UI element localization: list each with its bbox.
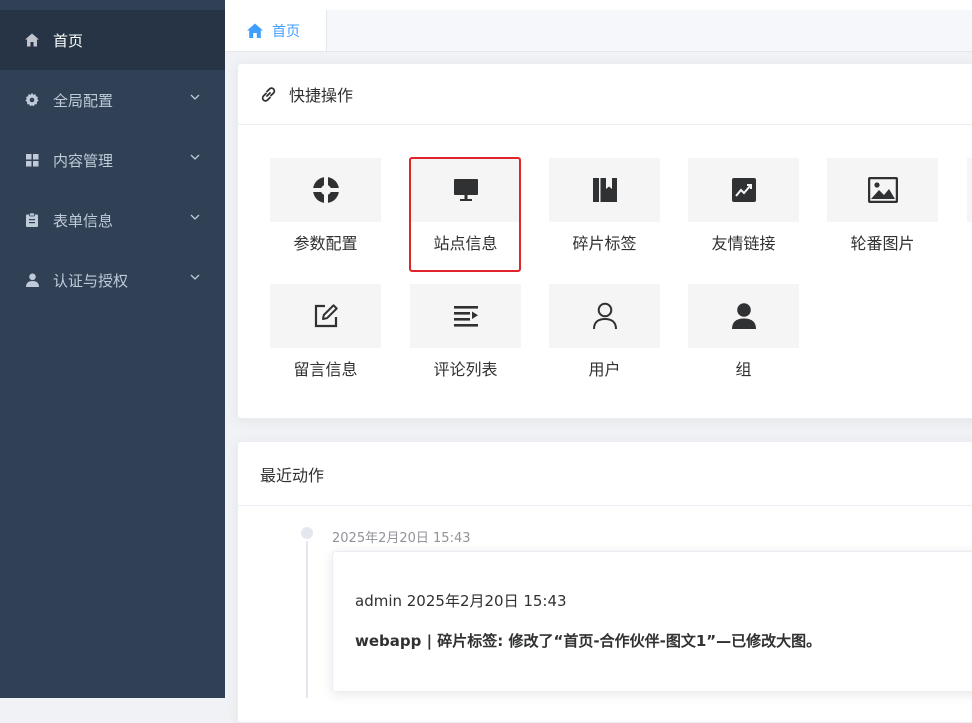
user-icon <box>24 272 40 288</box>
edit-icon <box>314 304 338 328</box>
quick-item-fragment-tags[interactable]: 碎片标签 <box>549 158 660 256</box>
quick-item-comments[interactable]: 评论列表 <box>410 284 521 382</box>
monitor-icon <box>453 179 478 201</box>
list-icon <box>453 306 478 327</box>
lifebuoy-icon <box>312 177 339 203</box>
timeline-entry-description: webapp | 碎片标签: 修改了“首页-合作伙伴-图文1”—已修改大图。 <box>355 632 822 650</box>
sidebar-item-auth[interactable]: 认证与授权 <box>0 250 225 310</box>
timeline-entry-card: admin 2025年2月20日 15:43 webapp | 碎片标签: 修改… <box>332 551 972 692</box>
user-outline-icon <box>592 302 617 330</box>
link-icon <box>259 85 278 104</box>
timeline-dot <box>301 527 313 539</box>
chevron-down-icon <box>190 94 200 100</box>
quick-item-groups[interactable]: 组 <box>688 284 799 382</box>
clipboard-icon <box>24 212 40 228</box>
timeline-entry-meta: admin 2025年2月20日 15:43 <box>355 592 567 610</box>
sidebar-item-label: 首页 <box>53 31 84 50</box>
sidebar-item-home[interactable]: 首页 <box>0 10 225 70</box>
chevron-down-icon <box>190 214 200 220</box>
sidebar: 首页 全局配置 内容管理 表单信息 认证与授权 <box>0 0 225 698</box>
home-icon <box>246 22 264 40</box>
chevron-down-icon <box>190 274 200 280</box>
image-icon <box>867 177 898 203</box>
quick-item-params[interactable]: 参数配置 <box>270 158 381 256</box>
chart-link-icon <box>731 178 756 202</box>
quick-item-site-info[interactable]: 站点信息 <box>410 158 521 256</box>
recent-actions-header: 最近动作 <box>238 442 972 506</box>
quick-item-messages[interactable]: 留言信息 <box>270 284 381 382</box>
user-solid-icon <box>731 303 756 329</box>
quick-ops-header: 快捷操作 <box>238 64 972 125</box>
quick-item-carousel[interactable]: 轮番图片 <box>827 158 938 256</box>
timeline-line <box>306 541 308 698</box>
gear-icon <box>24 92 40 108</box>
recent-actions-title: 最近动作 <box>260 465 325 485</box>
sidebar-item-form-info[interactable]: 表单信息 <box>0 190 225 250</box>
quick-item-overflow <box>967 158 972 222</box>
tags-view: 首页 <box>225 10 972 52</box>
sidebar-item-label: 认证与授权 <box>53 271 129 290</box>
chevron-down-icon <box>190 154 200 160</box>
book-icon <box>592 178 617 202</box>
sidebar-item-label: 表单信息 <box>53 211 114 230</box>
home-icon <box>24 32 40 48</box>
sidebar-item-content-management[interactable]: 内容管理 <box>0 130 225 190</box>
quick-ops-title: 快捷操作 <box>289 86 354 105</box>
grid-icon <box>24 152 40 168</box>
quick-item-users[interactable]: 用户 <box>549 284 660 382</box>
tab-label: 首页 <box>272 23 300 40</box>
tab-home[interactable]: 首页 <box>225 10 327 51</box>
sidebar-item-label: 内容管理 <box>53 151 114 170</box>
timeline-timestamp: 2025年2月20日 15:43 <box>332 531 471 546</box>
sidebar-item-global-config[interactable]: 全局配置 <box>0 70 225 130</box>
quick-item-friend-links[interactable]: 友情链接 <box>688 158 799 256</box>
sidebar-item-label: 全局配置 <box>53 91 114 110</box>
